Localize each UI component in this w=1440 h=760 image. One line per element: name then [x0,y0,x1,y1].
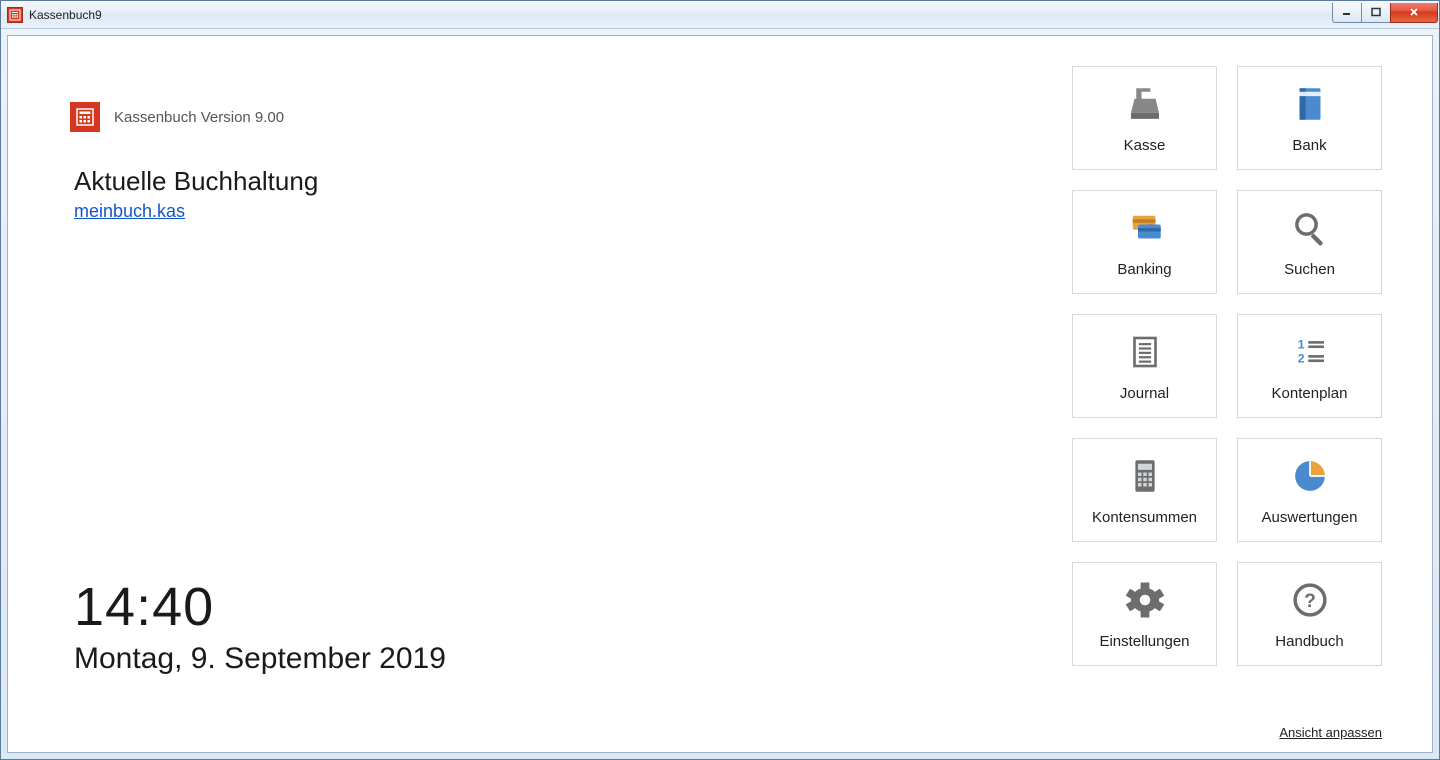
tile-handbuch[interactable]: ? Handbuch [1237,562,1382,666]
tile-banking[interactable]: Banking [1072,190,1217,294]
book-icon [1289,83,1331,125]
titlebar[interactable]: Kassenbuch9 [1,1,1439,29]
window-title: Kassenbuch9 [29,8,102,22]
logo-icon [70,102,100,132]
tile-label: Handbuch [1275,633,1343,650]
client-frame: Kassenbuch Version 9.00 Aktuelle Buchhal… [1,29,1439,759]
tile-kontensummen[interactable]: Kontensummen [1072,438,1217,542]
tile-label: Kasse [1124,137,1166,154]
tile-label: Auswertungen [1262,509,1358,526]
help-icon: ? [1289,579,1331,621]
app-window: Kassenbuch9 Kassenbuch Version 9.00 [0,0,1440,760]
app-header: Kassenbuch Version 9.00 [70,102,284,132]
cash-register-icon [1124,83,1166,125]
tile-label: Bank [1292,137,1326,154]
tile-label: Suchen [1284,261,1335,278]
tile-journal[interactable]: Journal [1072,314,1217,418]
svg-text:2: 2 [1297,351,1304,365]
customize-view-link[interactable]: Ansicht anpassen [1279,725,1382,740]
tile-auswertungen[interactable]: Auswertungen [1237,438,1382,542]
client-area: Kassenbuch Version 9.00 Aktuelle Buchhal… [7,35,1433,753]
tile-suchen[interactable]: Suchen [1237,190,1382,294]
tile-kontenplan[interactable]: 12 Kontenplan [1237,314,1382,418]
svg-text:1: 1 [1297,337,1304,351]
close-button[interactable] [1390,3,1438,23]
list-document-icon [1124,331,1166,373]
gear-icon [1124,579,1166,621]
clock-section: 14:40 Montag, 9. September 2019 [74,576,446,676]
svg-text:?: ? [1304,591,1316,612]
maximize-button[interactable] [1361,3,1391,23]
calculator-icon [1124,455,1166,497]
tile-label: Einstellungen [1099,633,1189,650]
clock-time: 14:40 [74,576,446,638]
numbered-list-icon: 12 [1289,331,1331,373]
tile-einstellungen[interactable]: Einstellungen [1072,562,1217,666]
current-accounting-heading: Aktuelle Buchhaltung [74,166,318,197]
credit-cards-icon [1124,207,1166,249]
search-icon [1289,207,1331,249]
version-label: Kassenbuch Version 9.00 [114,109,284,126]
tile-kasse[interactable]: Kasse [1072,66,1217,170]
minimize-button[interactable] [1332,3,1362,23]
tile-bank[interactable]: Bank [1237,66,1382,170]
current-file-link[interactable]: meinbuch.kas [74,201,185,221]
current-accounting-section: Aktuelle Buchhaltung meinbuch.kas [74,166,318,222]
clock-date: Montag, 9. September 2019 [74,642,446,676]
pie-chart-icon [1289,455,1331,497]
window-controls [1333,3,1438,23]
tile-grid: Kasse Bank Banking [1072,66,1382,666]
app-icon [7,7,23,23]
tile-label: Kontenplan [1272,385,1348,402]
tile-label: Banking [1117,261,1171,278]
tile-label: Journal [1120,385,1169,402]
tile-label: Kontensummen [1092,509,1197,526]
